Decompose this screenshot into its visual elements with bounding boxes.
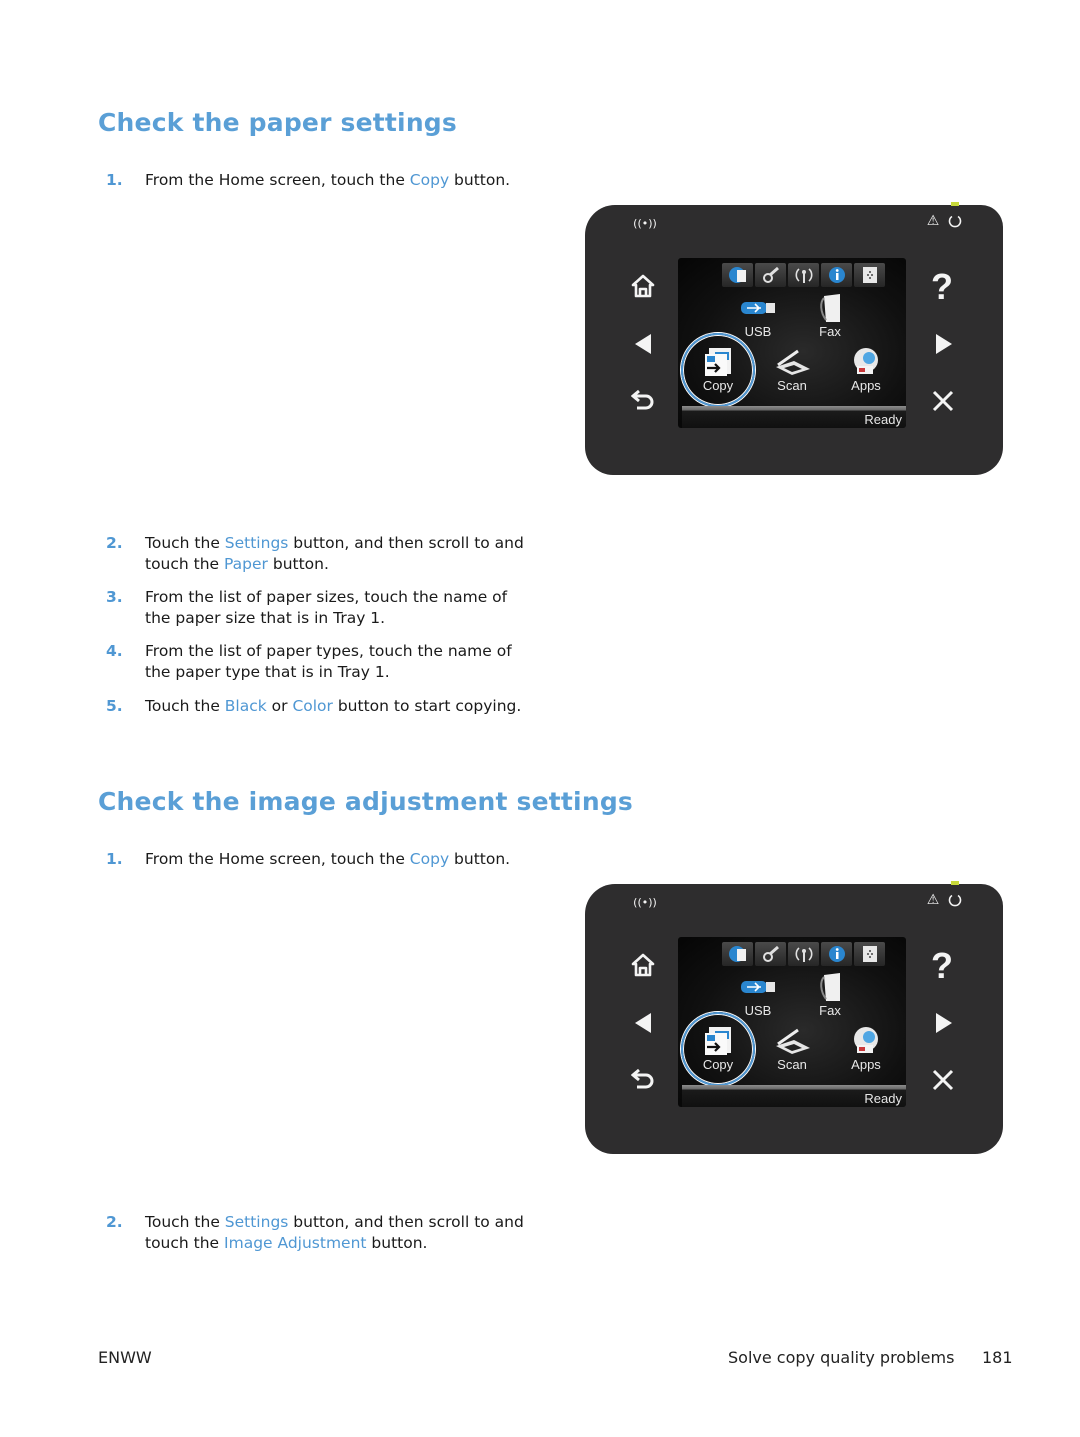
step-number: 4. — [106, 642, 123, 660]
control-panel-image: ((•)) ⚠ ? USB Fax Copy Scan Apps Ready — [585, 202, 1003, 475]
touchscreen: USB Fax Copy Scan Apps Ready — [678, 258, 906, 428]
step-number: 1. — [106, 171, 123, 189]
warning-icon: ⚠ — [926, 213, 940, 229]
cancel-icon[interactable] — [930, 388, 956, 414]
back-arrow-icon[interactable] — [632, 1011, 654, 1035]
scan-app[interactable]: Scan — [762, 1025, 822, 1072]
control-panel-image: ((•)) ⚠ ? USB Fax Copy Scan Apps Ready — [585, 881, 1003, 1154]
step-number: 1. — [106, 850, 123, 868]
cancel-icon[interactable] — [930, 1067, 956, 1093]
wireless-icon: ((•)) — [633, 216, 657, 230]
step-number: 3. — [106, 588, 123, 606]
section-heading-paper-settings: Check the paper settings — [98, 108, 457, 137]
settings-link[interactable]: Settings — [225, 534, 289, 552]
paper-link[interactable]: Paper — [224, 555, 268, 573]
usb-icon — [728, 292, 788, 324]
apps-icon — [836, 346, 896, 378]
home-icon[interactable] — [630, 273, 656, 299]
status-led — [951, 881, 959, 885]
footer-chapter: Solve copy quality problems — [728, 1348, 955, 1367]
apps-app[interactable]: Apps — [836, 1025, 896, 1072]
home-icon[interactable] — [630, 952, 656, 978]
scan-app[interactable]: Scan — [762, 346, 822, 393]
setup-icon[interactable] — [755, 263, 786, 287]
toolbar — [722, 942, 885, 966]
scan-icon — [762, 1025, 822, 1057]
apps-icon — [836, 1025, 896, 1057]
apps-app[interactable]: Apps — [836, 346, 896, 393]
power-icon — [946, 211, 964, 231]
return-icon[interactable] — [630, 1067, 656, 1091]
supplies-icon[interactable] — [854, 942, 885, 966]
setup-icon[interactable] — [755, 942, 786, 966]
fax-icon — [800, 292, 860, 324]
copy-link[interactable]: Copy — [410, 850, 449, 868]
wireless-icon: ((•)) — [633, 895, 657, 909]
back-arrow-icon[interactable] — [632, 332, 654, 356]
fax-icon — [800, 971, 860, 1003]
web-services-icon[interactable] — [722, 263, 753, 287]
color-link[interactable]: Color — [292, 697, 332, 715]
usb-app[interactable]: USB — [728, 292, 788, 339]
touchscreen: USB Fax Copy Scan Apps Ready — [678, 937, 906, 1107]
section-heading-image-adjustment: Check the image adjustment settings — [98, 787, 634, 816]
usb-app[interactable]: USB — [728, 971, 788, 1018]
step-number: 5. — [106, 697, 123, 715]
status-text: Ready — [864, 1091, 902, 1106]
help-icon[interactable]: ? — [927, 266, 957, 307]
status-led — [951, 202, 959, 206]
power-icon — [946, 890, 964, 910]
highlight-circle — [681, 333, 755, 407]
step-number: 2. — [106, 1213, 123, 1231]
toolbar — [722, 263, 885, 287]
step-number: 2. — [106, 534, 123, 552]
image-adjustment-link[interactable]: Image Adjustment — [224, 1234, 366, 1252]
forward-arrow-icon[interactable] — [933, 1011, 955, 1035]
fax-app[interactable]: Fax — [800, 292, 860, 339]
information-icon[interactable] — [821, 942, 852, 966]
scan-icon — [762, 346, 822, 378]
settings-link[interactable]: Settings — [225, 1213, 289, 1231]
supplies-icon[interactable] — [854, 263, 885, 287]
status-bar: Ready — [682, 1085, 906, 1107]
return-icon[interactable] — [630, 388, 656, 412]
warning-icon: ⚠ — [926, 892, 940, 908]
wireless-toolbar-icon[interactable] — [788, 942, 819, 966]
status-text: Ready — [864, 412, 902, 427]
usb-icon — [728, 971, 788, 1003]
wireless-toolbar-icon[interactable] — [788, 263, 819, 287]
copy-link[interactable]: Copy — [410, 171, 449, 189]
black-link[interactable]: Black — [225, 697, 267, 715]
fax-app[interactable]: Fax — [800, 971, 860, 1018]
page-number: 181 — [982, 1348, 1013, 1367]
status-bar: Ready — [682, 406, 906, 428]
information-icon[interactable] — [821, 263, 852, 287]
footer-left: ENWW — [98, 1348, 152, 1367]
forward-arrow-icon[interactable] — [933, 332, 955, 356]
highlight-circle — [681, 1012, 755, 1086]
help-icon[interactable]: ? — [927, 945, 957, 986]
web-services-icon[interactable] — [722, 942, 753, 966]
